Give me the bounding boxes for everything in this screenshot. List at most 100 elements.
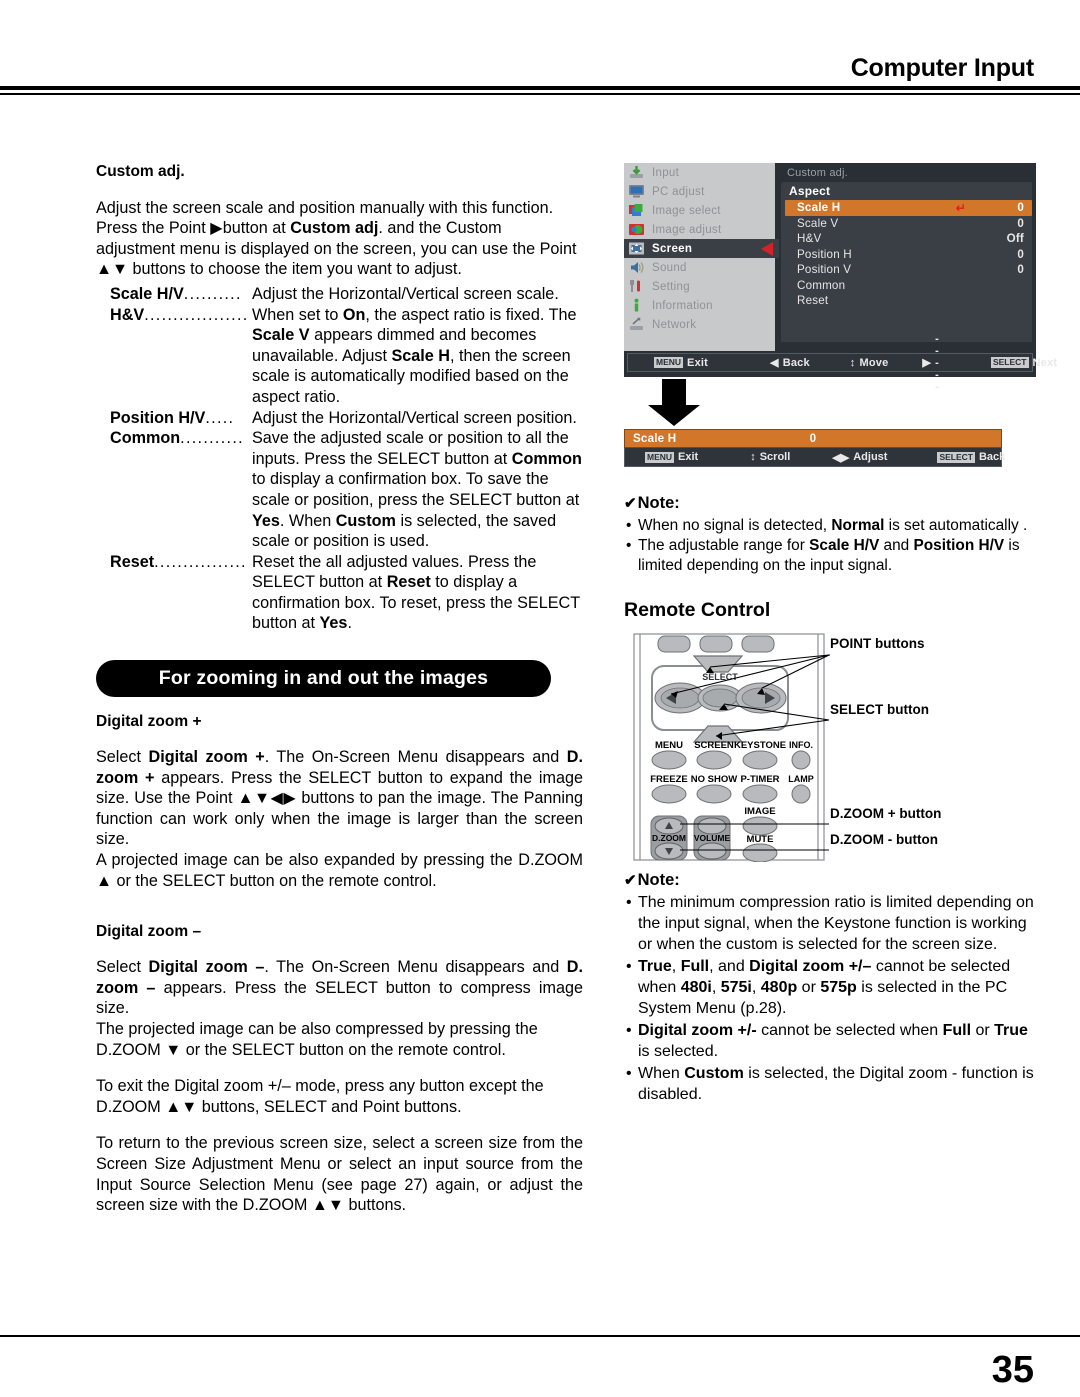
sidebar-item-label: Information <box>652 299 713 312</box>
desc-bold: Common <box>511 449 582 468</box>
intro-p2-d: buttons to choose the item you want to a… <box>128 260 462 279</box>
zooming-banner: For zooming in and out the images <box>96 660 551 698</box>
updown-arrow-icon: ↕ <box>750 451 756 463</box>
desc-part: . <box>347 614 352 633</box>
sidebar-item-sound[interactable]: Sound <box>624 258 775 277</box>
hint-move: ↕ Move <box>850 357 889 369</box>
sidebar-item-screen[interactable]: Screen <box>624 239 779 258</box>
digital-zoom-plus-heading: Digital zoom + <box>96 713 202 731</box>
svg-text:D.ZOOM: D.ZOOM <box>652 833 686 843</box>
osd-row-value: 0 <box>1017 247 1024 261</box>
osd-row-h-and-v[interactable]: H&V Off <box>781 231 1032 247</box>
page-header: Computer Input <box>0 0 1080 100</box>
text-part: is set automatically . <box>884 516 1028 534</box>
remote-control-heading: Remote Control <box>624 598 771 621</box>
hint-next: SELECT Next <box>990 357 1057 369</box>
text-part: When no signal is detected, <box>638 516 832 534</box>
text-part: or <box>971 1022 995 1040</box>
monitor-icon <box>628 184 645 199</box>
header-rule-thick <box>0 86 1080 90</box>
sidebar-item-image-select[interactable]: Image select <box>624 201 775 220</box>
updown-arrow-icon: ▲▼ <box>311 1196 344 1215</box>
point-updown-arrow-icon: ▲▼ <box>96 260 129 279</box>
flow-down-arrow <box>624 377 1036 429</box>
intro-p2-bold: Custom adj <box>290 219 379 238</box>
hint-exit: MENU Exit <box>645 451 698 463</box>
osd-row-label: Position H <box>797 247 852 261</box>
desc-bold: Scale V <box>252 326 310 345</box>
check-icon: ✔ <box>624 495 637 512</box>
down-arrow-icon <box>648 379 700 426</box>
osd-row-common[interactable]: Common <box>781 278 1032 294</box>
text-bold: 480i <box>680 979 712 997</box>
intro-p2-a: Press the Point <box>96 219 211 238</box>
text-part: buttons. <box>343 1196 407 1215</box>
text-part: , <box>671 958 681 976</box>
osd-row-position-v[interactable]: Position V 0 <box>781 262 1032 278</box>
text-part: or the SELECT button on the remote contr… <box>181 1040 506 1059</box>
input-icon <box>628 165 645 180</box>
svg-text:P-TIMER: P-TIMER <box>740 774 779 785</box>
desc-bold: Scale H <box>391 346 451 365</box>
sidebar-item-pc-adjust[interactable]: PC adjust <box>624 182 775 201</box>
sidebar-item-input[interactable]: Input <box>624 163 775 182</box>
osd-row-label: Common <box>797 278 846 292</box>
scale-h-hint-bar: MENU Exit ↕ Scroll ◀▶ Adjust SELECT Back <box>624 448 1006 467</box>
osd-main-panel: Custom adj. Aspect Scale H ↵ 0 Scale V 0… <box>781 163 1032 351</box>
text-part: cannot be selected when <box>756 1022 943 1040</box>
text-part: Select <box>96 958 149 977</box>
digital-zoom-minus-paragraph-1: Select Digital zoom –. The On-Screen Men… <box>96 957 583 1019</box>
updown-arrow-icon: ▲▼ <box>165 1097 198 1116</box>
sidebar-item-network[interactable]: Network <box>624 315 775 334</box>
hint-label: Back <box>978 451 1006 463</box>
text-bold: Digital zoom +/– <box>749 958 872 976</box>
scale-h-value-bar[interactable]: Scale H 0 <box>624 429 1002 448</box>
osd-row-scale-h[interactable]: Scale H ↵ 0 <box>785 200 1032 216</box>
osd-bottom-hint-bar: MENU Exit ◀ Back ↕ Move ▶ - - - - - SELECT Ne… <box>627 333 1057 393</box>
leftright-arrow-icon: ◀▶ <box>832 451 850 464</box>
text-part: . The On-Screen Menu disappears and <box>264 748 567 767</box>
sidebar-item-setting[interactable]: Setting <box>624 277 775 296</box>
image-select-icon <box>628 203 645 218</box>
svg-text:FREEZE: FREEZE <box>650 774 687 785</box>
leader-dots: ........... <box>180 429 244 448</box>
text-bold: Digital zoom + <box>148 748 265 767</box>
osd-row-position-h[interactable]: Position H 0 <box>781 247 1032 263</box>
text-bold: Full <box>680 958 710 976</box>
sidebar-item-information[interactable]: Information <box>624 296 775 315</box>
osd-row-reset[interactable]: Reset <box>781 293 1032 309</box>
sidebar-item-label: Screen <box>652 242 693 255</box>
leader-dots: ................ <box>154 552 247 571</box>
definition-term: Common........... <box>96 428 252 449</box>
hint-label: Exit <box>687 356 709 369</box>
osd-menu-screenshot: Input PC adjust Image select Image adjus… <box>624 163 1057 393</box>
right-arrow-icon: ▶ <box>922 357 932 369</box>
svg-text:MUTE: MUTE <box>747 834 774 845</box>
sidebar-item-image-adjust[interactable]: Image adjust <box>624 220 775 239</box>
definition-term: Scale H/V.......... <box>96 284 252 305</box>
osd-row-value: Off <box>1006 232 1024 246</box>
leader-dots: ..... <box>205 408 235 427</box>
osd-row-scale-v[interactable]: Scale V 0 <box>781 216 1032 232</box>
return-screen-size-paragraph: To return to the previous screen size, s… <box>96 1133 583 1215</box>
note-bottom-heading: ✔Note: <box>624 870 1036 891</box>
definition-desc: Save the adjusted scale or position to a… <box>252 428 583 552</box>
up-arrow-icon: ▲ <box>96 871 113 890</box>
term-label: Reset <box>110 552 155 571</box>
digital-zoom-plus-paragraph-2: A projected image can be also expanded b… <box>96 850 583 891</box>
definition-row-hv: H&V.................. When set to On, th… <box>96 305 583 408</box>
text-bold: Digital zoom +/- <box>638 1022 757 1040</box>
text-part: buttons, SELECT and Point buttons. <box>197 1097 462 1116</box>
definition-row-reset: Reset................ Reset the all adju… <box>96 552 583 634</box>
text-part: The minimum compression ratio is limited… <box>638 894 1034 954</box>
desc-bold: Reset <box>386 573 431 592</box>
sidebar-item-label: Sound <box>652 261 687 274</box>
speaker-icon <box>628 260 645 275</box>
intro-paragraph-1: Adjust the screen scale and position man… <box>96 198 554 217</box>
osd-aspect-panel: Aspect Scale H ↵ 0 Scale V 0 H&V Off Pos… <box>781 182 1032 342</box>
note-item: The minimum compression ratio is limited… <box>624 892 1036 955</box>
